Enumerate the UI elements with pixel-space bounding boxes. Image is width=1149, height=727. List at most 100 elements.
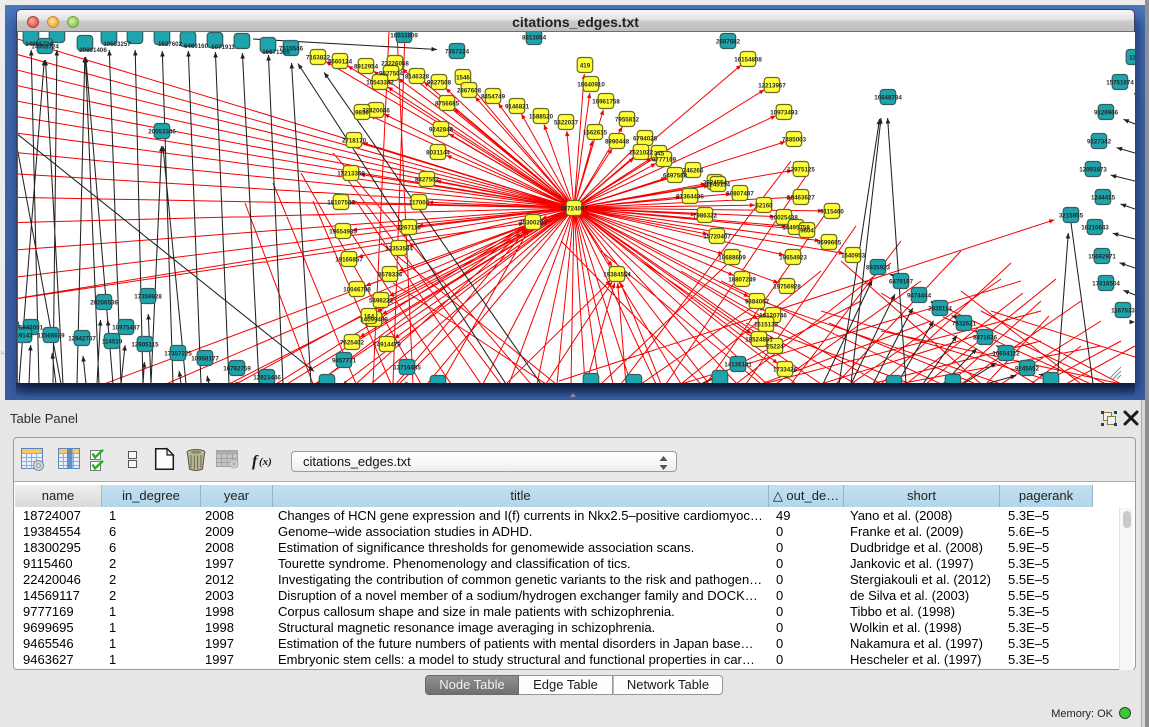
svg-text:1615132: 1615132 [754, 322, 779, 329]
svg-text:8756685: 8756685 [435, 101, 460, 108]
svg-text:9827504: 9827504 [379, 71, 404, 78]
svg-text:62160: 62160 [755, 203, 773, 210]
svg-text:17359928: 17359928 [134, 294, 162, 301]
svg-text:14055724: 14055724 [25, 41, 53, 48]
svg-text:11568629: 11568629 [37, 333, 65, 340]
svg-text:7832621: 7832621 [952, 321, 977, 328]
svg-text:18724007: 18724007 [560, 206, 588, 213]
svg-text:12905115: 12905115 [131, 342, 159, 349]
svg-text:14136141: 14136141 [724, 362, 752, 369]
svg-text:15751074: 15751074 [1106, 80, 1134, 87]
svg-text:1588520: 1588520 [529, 114, 554, 121]
svg-text:9227342: 9227342 [1087, 139, 1112, 146]
svg-text:19654985: 19654985 [329, 229, 357, 236]
svg-text:7357224: 7357224 [445, 49, 470, 56]
svg-text:9777169: 9777169 [652, 157, 677, 164]
svg-text:9242848: 9242848 [429, 127, 454, 134]
svg-text:1546: 1546 [456, 75, 470, 82]
svg-text:15692971: 15692971 [1088, 254, 1116, 261]
svg-text:12213369: 12213369 [337, 171, 365, 178]
svg-text:9245652: 9245652 [1015, 366, 1040, 373]
svg-text:6794028: 6794028 [633, 136, 658, 143]
svg-text:9474444: 9474444 [907, 293, 932, 300]
svg-text:19756928: 19756928 [773, 284, 801, 291]
svg-text:1562615: 1562615 [583, 130, 608, 137]
svg-text:7625402: 7625402 [340, 340, 365, 347]
svg-text:1640953: 1640953 [841, 253, 866, 260]
svg-text:8471636: 8471636 [973, 335, 998, 342]
svg-text:10688609: 10688609 [718, 255, 746, 262]
svg-text:25224: 25224 [766, 344, 784, 351]
svg-text:7986322: 7986322 [693, 213, 718, 220]
svg-text:25300203: 25300203 [519, 220, 547, 227]
svg-text:18640910: 18640910 [577, 82, 605, 89]
svg-text:114519: 114519 [102, 339, 123, 346]
svg-text:19384554: 19384554 [603, 272, 631, 279]
svg-text:14914479: 14914479 [373, 342, 401, 349]
svg-text:111: 111 [1129, 55, 1135, 62]
svg-text:16961758: 16961758 [592, 99, 620, 106]
svg-text:10958177: 10958177 [191, 356, 219, 363]
svg-text:16210643: 16210643 [1081, 225, 1109, 232]
svg-text:6479197: 6479197 [889, 279, 914, 286]
svg-text:10807487: 10807487 [726, 191, 754, 198]
svg-text:10654112: 10654112 [992, 351, 1020, 358]
svg-text:18807249: 18807249 [728, 277, 756, 284]
svg-text:9384067: 9384067 [745, 299, 770, 306]
svg-text:1527602: 1527602 [158, 41, 183, 48]
svg-text:39143: 39143 [18, 333, 33, 340]
svg-text:2867608: 2867608 [457, 88, 482, 95]
svg-text:12942737: 12942737 [68, 336, 96, 343]
svg-text:17016504: 17016504 [1092, 281, 1120, 288]
svg-text:2687682: 2687682 [716, 39, 741, 46]
svg-text:10025438: 10025438 [770, 215, 798, 222]
svg-text:20891406: 20891406 [79, 47, 107, 54]
svg-text:8146328: 8146328 [405, 74, 430, 81]
svg-text:5498222: 5498222 [369, 298, 394, 305]
svg-text:19654923: 19654923 [779, 255, 807, 262]
svg-text:12353584: 12353584 [385, 246, 413, 253]
svg-text:13716485: 13716485 [393, 365, 421, 372]
svg-text:8454749: 8454749 [481, 94, 506, 101]
svg-text:8912954: 8912954 [354, 64, 379, 71]
svg-text:7163822: 7163822 [306, 55, 331, 62]
svg-text:2718170: 2718170 [342, 138, 367, 145]
svg-text:16120746: 16120746 [759, 313, 787, 320]
svg-text:23226058: 23226058 [381, 61, 409, 68]
svg-text:9129966: 9129966 [1094, 110, 1119, 117]
svg-text:20206536: 20206536 [90, 300, 118, 307]
svg-text:8813054: 8813054 [522, 35, 547, 42]
svg-text:18107543: 18107543 [327, 200, 355, 207]
svg-text:18463627: 18463627 [787, 195, 815, 202]
svg-text:6466160: 6466160 [184, 43, 209, 50]
svg-text:12975125: 12975125 [787, 167, 815, 174]
svg-text:7485003: 7485003 [782, 137, 807, 144]
svg-text:10543342: 10543342 [366, 80, 394, 87]
svg-text:9115460: 9115460 [820, 209, 844, 216]
svg-text:10046788: 10046788 [343, 287, 371, 294]
svg-text:16648784: 16648784 [874, 95, 902, 102]
svg-text:10975487: 10975487 [112, 325, 140, 332]
svg-text:9327508: 9327508 [427, 80, 452, 87]
svg-text:9146821: 9146821 [505, 104, 530, 111]
svg-text:16033809: 16033809 [390, 33, 418, 40]
svg-text:17357225: 17357225 [164, 351, 192, 358]
svg-text:7955812: 7955812 [615, 117, 640, 124]
svg-text:8990448: 8990448 [605, 139, 630, 146]
svg-text:6497568: 6497568 [663, 173, 688, 180]
svg-text:10973493: 10973493 [770, 110, 798, 117]
svg-text:16782759: 16782759 [223, 366, 251, 373]
svg-text:419: 419 [580, 63, 591, 70]
svg-text:8427552: 8427552 [415, 177, 440, 184]
svg-text:(x): (x) [259, 456, 272, 468]
svg-text:1245154: 1245154 [706, 182, 731, 189]
svg-text:f: f [252, 453, 259, 470]
svg-text:5843001: 5843001 [19, 325, 44, 332]
svg-text:20053346: 20053346 [148, 129, 176, 136]
svg-text:9457771: 9457771 [332, 358, 357, 365]
svg-text:1733426: 1733426 [773, 367, 798, 374]
svg-text:3267110: 3267110 [397, 225, 421, 232]
svg-text:19524851: 19524851 [745, 337, 773, 344]
svg-text:8660124: 8660124 [328, 59, 353, 66]
svg-text:8578334: 8578334 [378, 272, 403, 279]
